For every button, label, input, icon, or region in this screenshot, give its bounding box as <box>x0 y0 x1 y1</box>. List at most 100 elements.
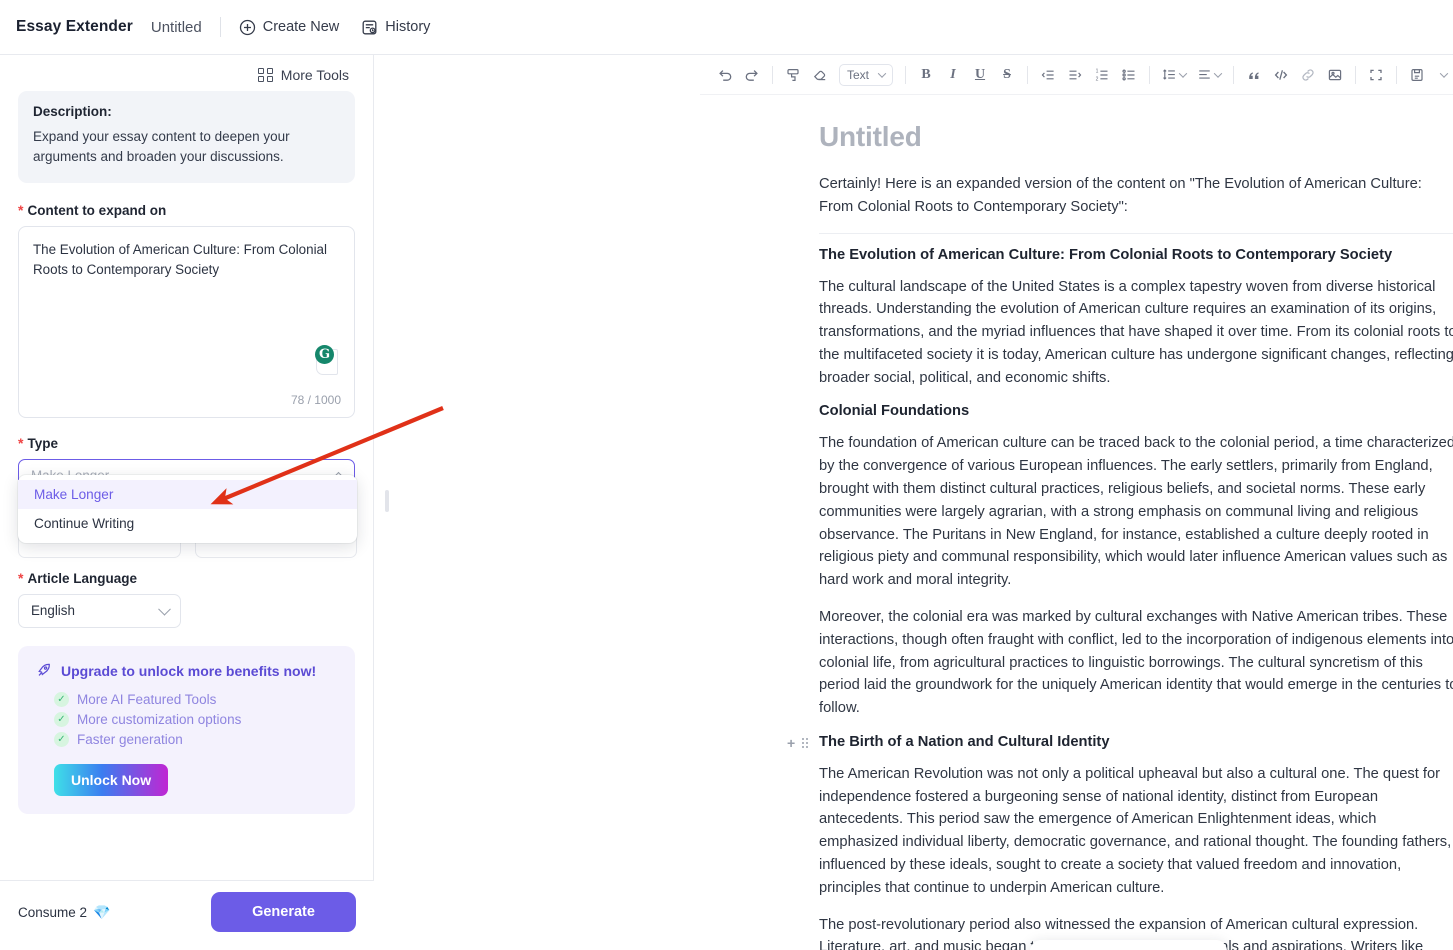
heading-text: The Birth of a Nation and Cultural Ident… <box>819 733 1110 750</box>
line-height-button[interactable] <box>1157 62 1191 88</box>
content-textarea-value: The Evolution of American Culture: From … <box>33 241 327 278</box>
toolbar-separator <box>772 65 773 84</box>
required-star: * <box>18 201 24 218</box>
code-block-button[interactable] <box>1268 62 1294 88</box>
gem-icon: 💎 <box>93 903 111 920</box>
panel-footer: Consume 2 💎 Generate <box>0 880 374 943</box>
clear-format-button[interactable] <box>807 62 833 88</box>
document-canvas[interactable]: Untitled Certainly! Here is an expanded … <box>700 95 1453 950</box>
redo-button[interactable] <box>739 62 765 88</box>
ordered-list-button[interactable]: 12 <box>1089 62 1115 88</box>
divider <box>819 232 1453 234</box>
chevron-down-icon <box>877 68 887 78</box>
fullscreen-button[interactable] <box>1363 62 1389 88</box>
character-counter: 78 / 1000 <box>290 392 341 407</box>
link-button[interactable] <box>1295 62 1321 88</box>
paragraph: The American Revolution was not only a p… <box>819 765 1452 896</box>
check-icon: ✓ <box>54 691 69 707</box>
heading: Colonial Foundations <box>819 403 970 420</box>
image-button[interactable] <box>1322 62 1348 88</box>
bold-button[interactable]: B <box>913 62 939 88</box>
document-title[interactable]: Untitled <box>819 121 1453 153</box>
language-select-value: English <box>31 603 75 618</box>
language-field-label: * Article Language <box>18 571 355 586</box>
upgrade-benefits-list: ✓ More AI Featured Tools ✓ More customiz… <box>36 691 337 747</box>
bullet-list-button[interactable] <box>1116 62 1142 88</box>
list-item: ✓ More customization options <box>54 711 337 727</box>
italic-button[interactable]: I <box>940 62 966 88</box>
more-tools-label: More Tools <box>280 67 349 83</box>
paragraph: Moreover, the colonial era was marked by… <box>819 608 1453 717</box>
credit-cost-label: Consume 2 <box>18 904 88 920</box>
toolbar-separator <box>1396 65 1398 84</box>
header-document-name[interactable]: Untitled <box>151 19 202 36</box>
type-field-label: * Type <box>18 436 355 451</box>
history-button[interactable]: History <box>361 19 430 36</box>
paragraph: The foundation of American culture can b… <box>819 435 1453 589</box>
strikethrough-button[interactable]: S <box>994 62 1020 88</box>
save-button[interactable] <box>1404 62 1430 88</box>
toolbar-overflow-button[interactable] <box>1431 62 1453 88</box>
word-count-toolbar: 880 words <box>1030 940 1228 950</box>
list-item: ✓ Faster generation <box>54 731 337 747</box>
svg-text:2: 2 <box>1096 76 1099 82</box>
more-tools-button[interactable]: More Tools <box>258 67 349 83</box>
history-label: History <box>385 19 431 35</box>
description-text: Expand your essay content to deepen your… <box>33 129 290 165</box>
text-style-select[interactable]: Text <box>839 63 894 86</box>
upgrade-title: Upgrade to unlock more benefits now! <box>61 663 317 679</box>
toolbar-separator <box>1027 65 1029 84</box>
app-header: Essay Extender Untitled Create New Histo… <box>0 0 1453 55</box>
type-option-continue-writing[interactable]: Continue Writing <box>18 509 357 538</box>
type-dropdown-menu: Make Longer Continue Writing <box>18 474 357 543</box>
type-label-text: Type <box>27 435 58 451</box>
text-style-label: Text <box>847 67 870 82</box>
create-new-label: Create New <box>262 19 340 35</box>
chevron-down-icon <box>1439 68 1449 78</box>
benefit-label: Faster generation <box>77 731 183 747</box>
underline-button[interactable]: U <box>967 62 993 88</box>
rocket-icon <box>36 662 52 681</box>
editor-toolbar: Text B I U S 12 <box>700 55 1453 95</box>
create-new-button[interactable]: Create New <box>239 19 340 36</box>
unlock-now-button[interactable]: Unlock Now <box>54 763 169 796</box>
app-root: Essay Extender Untitled Create New Histo… <box>0 0 1453 950</box>
generate-button[interactable]: Generate <box>211 892 356 932</box>
undo-button[interactable] <box>712 62 738 88</box>
indent-button[interactable] <box>1062 62 1088 88</box>
paragraph: Certainly! Here is an expanded version o… <box>819 176 1422 215</box>
toolbar-separator <box>1355 65 1357 84</box>
chevron-down-icon <box>158 602 171 616</box>
plus-circle-icon <box>239 19 256 36</box>
format-painter-button[interactable] <box>780 62 806 88</box>
header-divider <box>219 17 221 37</box>
grammarly-icon[interactable]: G <box>310 344 338 375</box>
content-textarea[interactable]: The Evolution of American Culture: From … <box>18 225 355 418</box>
type-option-make-longer[interactable]: Make Longer <box>18 479 357 509</box>
history-icon <box>361 19 378 36</box>
panel-splitter-handle[interactable] <box>385 490 389 512</box>
check-icon: ✓ <box>54 731 69 747</box>
required-star: * <box>18 569 24 586</box>
toolbar-separator <box>905 65 907 84</box>
content-field-label: * Content to expand on <box>18 203 355 218</box>
toolbar-separator <box>1233 65 1235 84</box>
grammarly-letter: G <box>315 344 334 364</box>
app-brand: Essay Extender <box>16 18 133 35</box>
blockquote-button[interactable] <box>1241 62 1267 88</box>
toolbar-separator <box>1149 65 1151 84</box>
grid-icon <box>258 67 273 83</box>
align-button[interactable] <box>1192 62 1226 88</box>
language-select[interactable]: English <box>18 593 181 628</box>
heading-with-handles: + The Birth of a Nation and Cultural Ide… <box>787 733 1453 751</box>
svg-text:1: 1 <box>1096 68 1099 74</box>
drag-handle-icon[interactable] <box>802 737 809 748</box>
upgrade-title-row: Upgrade to unlock more benefits now! <box>36 662 337 681</box>
description-box: Description: Expand your essay content t… <box>18 91 355 183</box>
more-tools-row: More Tools <box>0 55 373 91</box>
language-label-text: Article Language <box>27 570 137 586</box>
add-block-icon[interactable]: + <box>787 735 795 751</box>
content-label-text: Content to expand on <box>27 202 167 218</box>
paragraph: The cultural landscape of the United Sta… <box>819 278 1453 386</box>
outdent-button[interactable] <box>1035 62 1061 88</box>
